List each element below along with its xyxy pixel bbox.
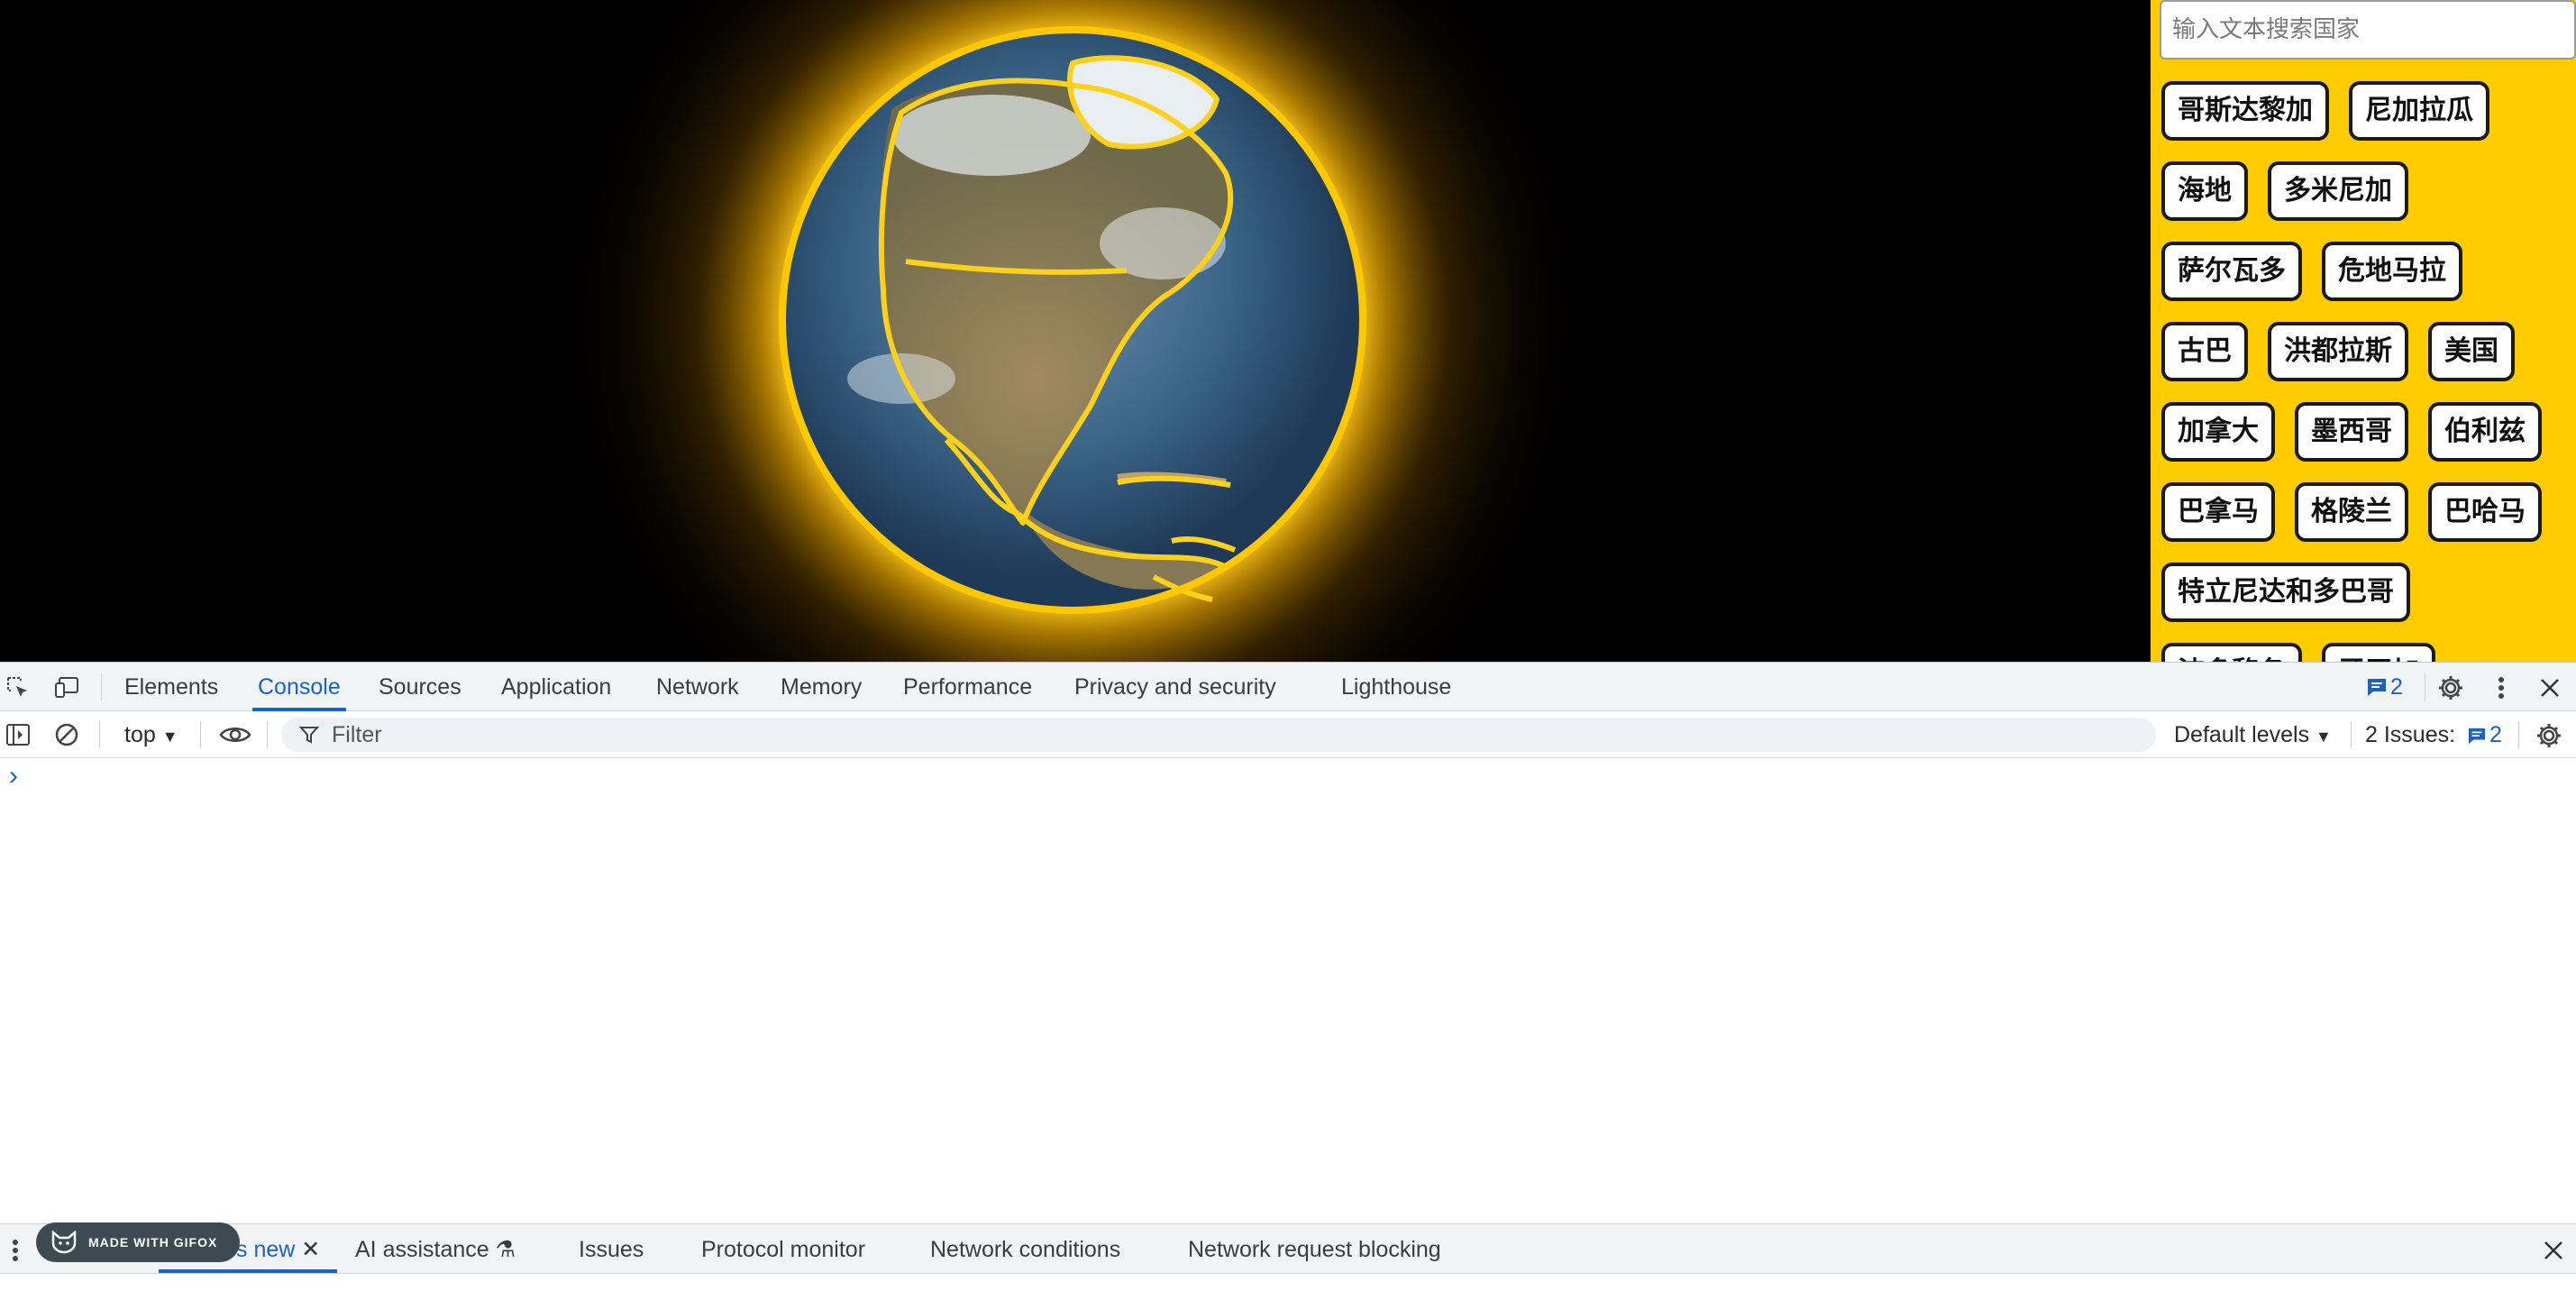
tab-memory[interactable]: Memory bbox=[781, 663, 862, 711]
country-search-input[interactable] bbox=[2160, 0, 2576, 60]
country-panel: 哥斯达黎加 尼加拉瓜 海地 多米尼加 萨尔瓦多 危地马拉 古巴 洪都拉斯 美国 … bbox=[2151, 0, 2576, 662]
device-toolbar-icon[interactable] bbox=[52, 673, 83, 702]
close-drawer-icon[interactable] bbox=[2540, 1237, 2567, 1264]
drawer-content bbox=[0, 1274, 2576, 1300]
console-prompt-chevron-icon: › bbox=[9, 761, 18, 791]
active-drawer-tab-indicator bbox=[159, 1269, 337, 1273]
country-button[interactable]: 波多黎各 bbox=[2161, 643, 2302, 662]
drawer-tab-issues[interactable]: Issues bbox=[579, 1224, 644, 1275]
country-button[interactable]: 巴拿马 bbox=[2161, 482, 2275, 542]
console-filter-input[interactable] bbox=[332, 718, 2116, 752]
separator bbox=[2351, 721, 2352, 748]
clear-console-icon[interactable] bbox=[52, 720, 81, 749]
filter-icon bbox=[297, 723, 321, 746]
log-levels-label: Default levels bbox=[2174, 722, 2310, 747]
sidebar-toggle-icon[interactable] bbox=[4, 720, 32, 749]
console-settings-gear-icon[interactable] bbox=[2533, 720, 2565, 751]
tab-lighthouse[interactable]: Lighthouse bbox=[1341, 663, 1451, 711]
context-label: top bbox=[124, 722, 156, 747]
issues-count[interactable]: 2 bbox=[2489, 711, 2502, 758]
drawer-menu-icon[interactable] bbox=[4, 1235, 27, 1266]
separator bbox=[267, 721, 268, 748]
inspect-element-icon[interactable] bbox=[4, 673, 32, 702]
country-button[interactable]: 牙买加 bbox=[2322, 643, 2435, 662]
console-toolbar: top ▼ Default levels ▼ 2 Issues: 2 bbox=[0, 711, 2576, 758]
country-button[interactable]: 古巴 bbox=[2161, 322, 2248, 381]
issues-link[interactable]: 2 Issues: bbox=[2365, 711, 2455, 758]
drawer-tab-ai-assistance[interactable]: AI assistance ⚗ bbox=[355, 1224, 516, 1275]
close-icon[interactable]: ✕ bbox=[301, 1237, 320, 1262]
country-button[interactable]: 萨尔瓦多 bbox=[2161, 242, 2302, 301]
fox-logo-icon bbox=[51, 1231, 77, 1254]
country-button[interactable]: 美国 bbox=[2428, 322, 2515, 381]
separator bbox=[2518, 721, 2519, 748]
page-viewport: 哥斯达黎加 尼加拉瓜 海地 多米尼加 萨尔瓦多 危地马拉 古巴 洪都拉斯 美国 … bbox=[0, 0, 2576, 662]
separator bbox=[99, 721, 100, 748]
country-button[interactable]: 格陵兰 bbox=[2295, 482, 2408, 542]
country-list: 哥斯达黎加 尼加拉瓜 海地 多米尼加 萨尔瓦多 危地马拉 古巴 洪都拉斯 美国 … bbox=[2161, 81, 2576, 662]
filter-box[interactable] bbox=[281, 718, 2156, 752]
gifox-watermark-badge: MADE WITH GIFOX bbox=[36, 1222, 240, 1262]
tab-privacy-security[interactable]: Privacy and security bbox=[1074, 663, 1276, 711]
tab-network[interactable]: Network bbox=[656, 663, 739, 711]
tab-console[interactable]: Console bbox=[252, 663, 346, 711]
country-button[interactable]: 巴哈马 bbox=[2428, 482, 2542, 542]
settings-gear-icon[interactable] bbox=[2435, 673, 2466, 703]
country-button[interactable]: 墨西哥 bbox=[2295, 402, 2408, 462]
country-button[interactable]: 危地马拉 bbox=[2322, 242, 2462, 301]
country-button[interactable]: 海地 bbox=[2161, 161, 2248, 221]
drawer-tab-whats-new-label: s new bbox=[236, 1237, 296, 1262]
tab-sources[interactable]: Sources bbox=[379, 663, 461, 711]
globe-canvas[interactable] bbox=[0, 0, 2151, 662]
country-button[interactable]: 哥斯达黎加 bbox=[2161, 81, 2329, 141]
separator bbox=[101, 673, 102, 700]
devtools-panel: Elements Console Sources Application Net… bbox=[0, 662, 2576, 1300]
chevron-down-icon: ▼ bbox=[2316, 728, 2332, 746]
devtools-tabbar: Elements Console Sources Application Net… bbox=[0, 663, 2576, 711]
drawer-tab-whats-new[interactable]: s new ✕ bbox=[236, 1224, 320, 1275]
drawer-tab-network-conditions[interactable]: Network conditions bbox=[930, 1224, 1120, 1275]
message-icon[interactable] bbox=[2363, 675, 2390, 699]
tab-elements[interactable]: Elements bbox=[124, 663, 218, 711]
log-levels-dropdown[interactable]: Default levels ▼ bbox=[2174, 711, 2332, 758]
message-count[interactable]: 2 bbox=[2390, 663, 2403, 711]
country-button[interactable]: 尼加拉瓜 bbox=[2349, 81, 2489, 141]
chevron-down-icon: ▼ bbox=[161, 728, 178, 746]
drawer-tab-network-request-blocking[interactable]: Network request blocking bbox=[1188, 1224, 1441, 1275]
console-output[interactable]: › bbox=[0, 758, 2576, 1205]
drawer-tab-protocol-monitor[interactable]: Protocol monitor bbox=[701, 1224, 865, 1275]
drawer-tab-ai-label: AI assistance bbox=[355, 1237, 489, 1262]
tab-performance[interactable]: Performance bbox=[903, 663, 1032, 711]
country-button[interactable]: 加拿大 bbox=[2161, 402, 2275, 462]
flask-icon: ⚗ bbox=[495, 1237, 516, 1262]
context-selector[interactable]: top ▼ bbox=[124, 711, 178, 758]
more-options-icon[interactable] bbox=[2488, 673, 2515, 703]
country-button[interactable]: 洪都拉斯 bbox=[2268, 322, 2408, 381]
live-expression-eye-icon[interactable] bbox=[218, 720, 252, 749]
country-button[interactable]: 特立尼达和多巴哥 bbox=[2161, 563, 2410, 622]
country-button[interactable]: 伯利兹 bbox=[2428, 402, 2542, 462]
drawer-tabbar: s new ✕ AI assistance ⚗ Issues Protocol … bbox=[0, 1223, 2576, 1274]
separator bbox=[200, 721, 201, 748]
close-devtools-icon[interactable] bbox=[2535, 673, 2565, 703]
tab-application[interactable]: Application bbox=[501, 663, 611, 711]
country-button[interactable]: 多米尼加 bbox=[2268, 161, 2408, 221]
issues-label: 2 Issues: bbox=[2365, 722, 2456, 747]
globe-graphic[interactable] bbox=[0, 0, 2151, 662]
issues-message-icon[interactable] bbox=[2466, 726, 2488, 746]
gifox-badge-label: MADE WITH GIFOX bbox=[88, 1235, 218, 1250]
